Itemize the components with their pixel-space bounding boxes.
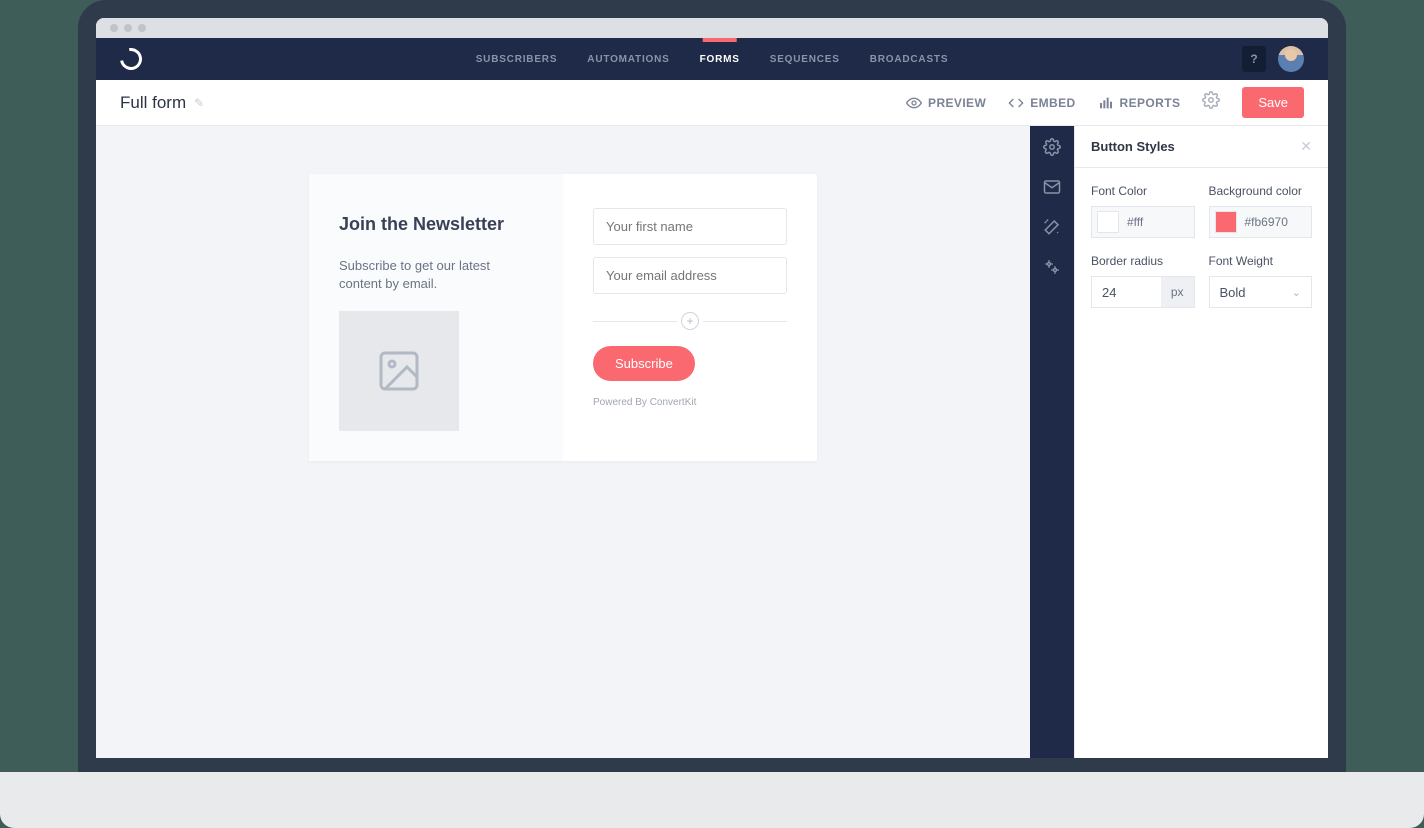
nav-subscribers[interactable]: SUBSCRIBERS <box>476 38 558 80</box>
font-color-input[interactable]: #fff <box>1091 206 1195 238</box>
eye-icon <box>906 95 922 111</box>
top-nav: SUBSCRIBERS AUTOMATIONS FORMS SEQUENCES … <box>96 38 1328 80</box>
divider <box>593 321 677 322</box>
image-placeholder[interactable] <box>339 311 459 431</box>
browser-dot <box>110 24 118 32</box>
mail-icon[interactable] <box>1043 178 1061 196</box>
code-icon <box>1008 95 1024 111</box>
form-card[interactable]: Join the Newsletter Subscribe to get our… <box>309 174 817 461</box>
form-blurb[interactable]: Subscribe to get our latest content by e… <box>339 257 533 293</box>
canvas: Join the Newsletter Subscribe to get our… <box>96 126 1030 758</box>
nav-sequences[interactable]: SEQUENCES <box>770 38 840 80</box>
font-weight-select[interactable]: Bold ⌄ <box>1209 276 1313 308</box>
pencil-icon[interactable]: ✎ <box>194 96 204 110</box>
avatar[interactable] <box>1278 46 1304 72</box>
reports-button[interactable]: REPORTS <box>1098 95 1181 111</box>
nav-forms[interactable]: FORMS <box>700 38 740 80</box>
bg-color-input[interactable]: #fb6970 <box>1209 206 1313 238</box>
bg-color-group: Background color #fb6970 <box>1209 184 1313 238</box>
save-button[interactable]: Save <box>1242 87 1304 118</box>
help-button[interactable]: ? <box>1242 46 1266 72</box>
nav-right: ? <box>1242 46 1304 72</box>
wand-icon[interactable] <box>1043 218 1061 236</box>
workspace: Join the Newsletter Subscribe to get our… <box>96 126 1328 758</box>
divider <box>703 321 787 322</box>
browser-chrome <box>96 18 1328 38</box>
preview-label: PREVIEW <box>928 96 986 110</box>
close-icon[interactable]: ✕ <box>1300 138 1312 155</box>
bg-color-label: Background color <box>1209 184 1313 198</box>
subheader: Full form ✎ PREVIEW EMBED REPORTS <box>96 80 1328 126</box>
font-color-group: Font Color #fff <box>1091 184 1195 238</box>
bg-color-swatch <box>1215 211 1237 233</box>
font-color-value: #fff <box>1119 215 1194 229</box>
browser-dot <box>124 24 132 32</box>
font-color-swatch <box>1097 211 1119 233</box>
subscribe-button[interactable]: Subscribe <box>593 346 695 381</box>
form-heading[interactable]: Join the Newsletter <box>339 214 533 235</box>
side-panel: Button Styles ✕ Font Color #fff <box>1074 126 1328 758</box>
logo-icon[interactable] <box>116 44 147 75</box>
font-weight-group: Font Weight Bold ⌄ <box>1209 254 1313 308</box>
nav-links: SUBSCRIBERS AUTOMATIONS FORMS SEQUENCES … <box>476 38 949 80</box>
reports-label: REPORTS <box>1120 96 1181 110</box>
embed-button[interactable]: EMBED <box>1008 95 1075 111</box>
preview-button[interactable]: PREVIEW <box>906 95 986 111</box>
font-weight-label: Font Weight <box>1209 254 1313 268</box>
panel-header: Button Styles ✕ <box>1075 126 1328 168</box>
tool-strip <box>1030 126 1074 758</box>
unit-label: px <box>1161 277 1194 307</box>
form-left-panel: Join the Newsletter Subscribe to get our… <box>309 174 563 461</box>
first-name-input[interactable] <box>593 208 787 245</box>
border-radius-label: Border radius <box>1091 254 1195 268</box>
settings-button[interactable] <box>1202 91 1220 114</box>
border-radius-group: Border radius px <box>1091 254 1195 308</box>
gear-icon[interactable] <box>1043 138 1061 156</box>
nav-broadcasts[interactable]: BROADCASTS <box>870 38 949 80</box>
bg-color-value: #fb6970 <box>1237 215 1312 229</box>
image-icon <box>372 347 426 395</box>
border-radius-field[interactable]: px <box>1091 276 1195 308</box>
panel-title: Button Styles <box>1091 139 1175 154</box>
page-title: Full form <box>120 93 186 113</box>
form-right-panel: + Subscribe Powered By ConvertKit <box>563 174 817 461</box>
border-radius-input[interactable] <box>1092 277 1161 307</box>
add-field-button[interactable]: + <box>681 312 699 330</box>
bar-chart-icon <box>1098 95 1114 111</box>
browser-dot <box>138 24 146 32</box>
nav-automations[interactable]: AUTOMATIONS <box>587 38 669 80</box>
laptop-frame: SUBSCRIBERS AUTOMATIONS FORMS SEQUENCES … <box>78 0 1346 776</box>
font-weight-value: Bold <box>1220 285 1246 300</box>
add-field-row: + <box>593 312 787 330</box>
subheader-actions: PREVIEW EMBED REPORTS Save <box>906 87 1304 118</box>
powered-by-label: Powered By ConvertKit <box>593 397 787 408</box>
app-screen: SUBSCRIBERS AUTOMATIONS FORMS SEQUENCES … <box>96 18 1328 758</box>
gear-icon <box>1202 91 1220 109</box>
embed-label: EMBED <box>1030 96 1075 110</box>
panel-body: Font Color #fff Background color #fb6970 <box>1075 168 1328 340</box>
laptop-base <box>0 772 1424 828</box>
font-color-label: Font Color <box>1091 184 1195 198</box>
gears-icon[interactable] <box>1043 258 1061 276</box>
email-input[interactable] <box>593 257 787 294</box>
chevron-down-icon: ⌄ <box>1292 286 1301 299</box>
